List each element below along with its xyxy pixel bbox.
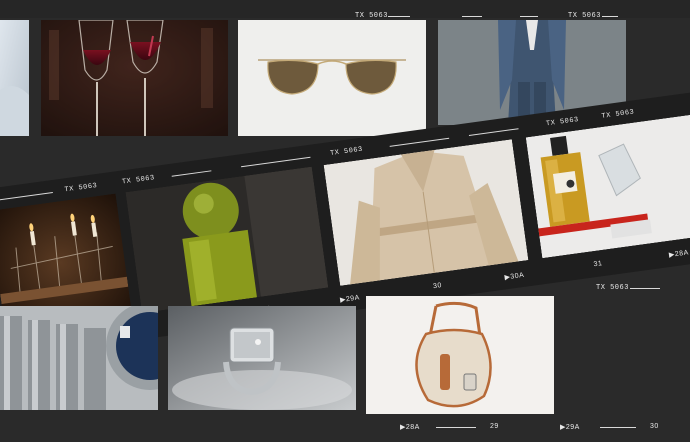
sunglasses-image	[238, 20, 426, 136]
signet-ring-image	[168, 306, 356, 410]
product-snow[interactable]	[0, 20, 29, 136]
product-sunglasses[interactable]	[238, 20, 426, 136]
gold-perfume-image	[525, 112, 690, 259]
wine-glasses-image	[41, 20, 228, 136]
film-code-label: TX 5063	[596, 284, 629, 292]
frame-marker: ▶28A	[400, 424, 420, 431]
watch-image	[0, 306, 158, 410]
product-wine-glasses[interactable]	[41, 20, 228, 136]
frame-number: 31	[593, 260, 603, 269]
product-gold-perfume[interactable]	[525, 112, 690, 259]
film-code-label: TX 5063	[568, 12, 601, 20]
frame-number: 30	[650, 423, 659, 430]
frame-number: 29	[490, 423, 499, 430]
product-signet-ring[interactable]	[168, 306, 356, 410]
product-watch[interactable]	[0, 306, 158, 410]
snow-image	[0, 20, 29, 136]
film-code-label: TX 5063	[355, 12, 388, 20]
frame-marker: ▶29A	[560, 424, 580, 431]
product-trench-coat[interactable]	[323, 139, 529, 286]
bottom-film-strip: TX 5063 ▶28A 29 ▶29A 30	[0, 280, 690, 442]
trench-coat-image	[323, 139, 529, 286]
product-canvas-bag[interactable]	[366, 296, 554, 414]
canvas-bag-image	[366, 296, 554, 414]
film-collage: TX 5063 TX 5063 TX 5063 TX 5063 TX 5063 …	[0, 0, 690, 442]
